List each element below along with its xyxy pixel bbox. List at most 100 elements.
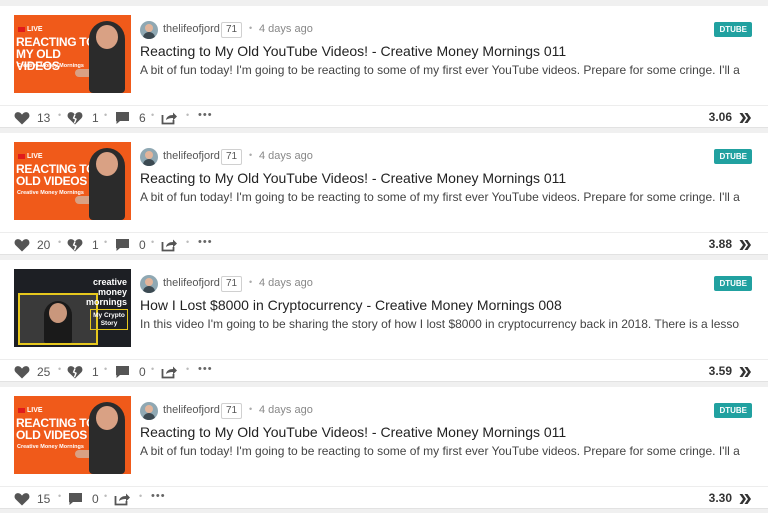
- post-card: creative money mornings My Crypto Story …: [0, 260, 768, 382]
- author-name[interactable]: thelifeofjord: [163, 277, 220, 289]
- share-icon[interactable]: [161, 111, 178, 125]
- share-icon[interactable]: [161, 238, 178, 252]
- share-icon[interactable]: [114, 492, 131, 506]
- action-separator: •: [186, 237, 190, 247]
- thumbnail-title: creative money mornings: [85, 277, 127, 307]
- downvote-icon[interactable]: [67, 365, 83, 379]
- tag-badge[interactable]: DTUBE: [714, 276, 752, 291]
- thumbnail-subtitle: Creative Money Mornings: [17, 63, 84, 69]
- action-separator: •: [186, 364, 190, 374]
- live-label: LIVE: [18, 407, 43, 414]
- post-body[interactable]: LIVE REACTING TO OLD VIDEOS Creative Mon…: [0, 387, 768, 484]
- upvote-icon[interactable]: [14, 238, 30, 252]
- action-separator: •: [186, 110, 190, 120]
- hive-icon: [739, 365, 752, 383]
- thumbnail-subtitle: My Crypto Story: [90, 309, 128, 330]
- post-age: 4 days ago: [259, 404, 313, 416]
- post-title[interactable]: How I Lost $8000 in Cryptocurrency - Cre…: [140, 297, 562, 313]
- author-name[interactable]: thelifeofjord: [163, 404, 220, 416]
- action-separator: •: [104, 364, 108, 374]
- hive-icon: [739, 111, 752, 129]
- post-description: In this video I'm going to be sharing th…: [140, 317, 740, 331]
- payout-value: 3.30: [708, 491, 732, 505]
- video-thumbnail[interactable]: creative money mornings My Crypto Story: [14, 269, 131, 347]
- comment-icon[interactable]: [115, 111, 130, 125]
- post-meta: thelifeofjord 71 • 4 days ago: [140, 148, 700, 166]
- meta-separator: •: [249, 404, 253, 414]
- comment-count: 0: [92, 492, 99, 506]
- post-meta: thelifeofjord 71 • 4 days ago: [140, 402, 700, 420]
- action-separator: •: [151, 364, 155, 374]
- avatar[interactable]: [140, 21, 158, 39]
- share-icon[interactable]: [161, 365, 178, 379]
- upvote-count: 13: [37, 111, 51, 125]
- upvote-icon[interactable]: [14, 365, 30, 379]
- post-description: A bit of fun today! I'm going to be reac…: [140, 190, 740, 204]
- post-age: 4 days ago: [259, 277, 313, 289]
- upvote-count: 15: [37, 492, 51, 506]
- video-thumbnail[interactable]: LIVE REACTING TO MY OLD VIDEOS Creative …: [14, 15, 131, 93]
- action-separator: •: [58, 491, 62, 501]
- thumbnail-person: [44, 301, 72, 343]
- comment-icon[interactable]: [115, 238, 130, 252]
- upvote-count: 20: [37, 238, 51, 252]
- more-options-icon[interactable]: •••: [198, 109, 213, 121]
- author-name[interactable]: thelifeofjord: [163, 23, 220, 35]
- video-thumbnail[interactable]: LIVE REACTING TO OLD VIDEOS Creative Mon…: [14, 396, 131, 474]
- comment-count: 0: [139, 365, 146, 379]
- comment-icon[interactable]: [68, 492, 83, 506]
- thumbnail-subtitle: Creative Money Mornings: [17, 444, 84, 450]
- action-separator: •: [139, 491, 143, 501]
- payout-value: 3.59: [708, 364, 732, 378]
- comment-icon[interactable]: [115, 365, 130, 379]
- downvote-icon[interactable]: [67, 238, 83, 252]
- post-description: A bit of fun today! I'm going to be reac…: [140, 444, 740, 458]
- post-body[interactable]: LIVE REACTING TO MY OLD VIDEOS Creative …: [0, 6, 768, 103]
- tag-badge[interactable]: DTUBE: [714, 22, 752, 37]
- upvote-icon[interactable]: [14, 111, 30, 125]
- payout-value: 3.88: [708, 237, 732, 251]
- post-meta: thelifeofjord 71 • 4 days ago: [140, 275, 700, 293]
- action-separator: •: [104, 491, 108, 501]
- comment-count: 6: [139, 111, 146, 125]
- post-actions: 25 • 1 • 0 • • ••• 3.59: [0, 359, 768, 382]
- action-separator: •: [58, 237, 62, 247]
- tag-badge[interactable]: DTUBE: [714, 149, 752, 164]
- post-actions: 15 • 0 • • ••• 3.30: [0, 486, 768, 509]
- action-separator: •: [104, 237, 108, 247]
- action-separator: •: [104, 110, 108, 120]
- action-separator: •: [151, 237, 155, 247]
- post-actions: 20 • 1 • 0 • • ••• 3.88: [0, 232, 768, 255]
- post-age: 4 days ago: [259, 150, 313, 162]
- upvote-icon[interactable]: [14, 492, 30, 506]
- tag-badge[interactable]: DTUBE: [714, 403, 752, 418]
- post-feed: LIVE REACTING TO MY OLD VIDEOS Creative …: [0, 0, 768, 513]
- author-name[interactable]: thelifeofjord: [163, 150, 220, 162]
- more-options-icon[interactable]: •••: [198, 236, 213, 248]
- downvote-icon[interactable]: [67, 111, 83, 125]
- thumbnail-person: [89, 148, 125, 220]
- post-title[interactable]: Reacting to My Old YouTube Videos! - Cre…: [140, 424, 566, 440]
- more-options-icon[interactable]: •••: [151, 490, 166, 502]
- live-label: LIVE: [18, 153, 43, 160]
- payout-value: 3.06: [708, 110, 732, 124]
- action-separator: •: [58, 110, 62, 120]
- post-age: 4 days ago: [259, 23, 313, 35]
- post-title[interactable]: Reacting to My Old YouTube Videos! - Cre…: [140, 43, 566, 59]
- post-title[interactable]: Reacting to My Old YouTube Videos! - Cre…: [140, 170, 566, 186]
- avatar[interactable]: [140, 402, 158, 420]
- action-separator: •: [151, 110, 155, 120]
- reputation-badge: 71: [221, 22, 243, 38]
- post-body[interactable]: LIVE REACTING TO OLD VIDEOS Creative Mon…: [0, 133, 768, 230]
- avatar[interactable]: [140, 275, 158, 293]
- action-separator: •: [58, 364, 62, 374]
- more-options-icon[interactable]: •••: [198, 363, 213, 375]
- video-thumbnail[interactable]: LIVE REACTING TO OLD VIDEOS Creative Mon…: [14, 142, 131, 220]
- reputation-badge: 71: [221, 149, 243, 165]
- avatar[interactable]: [140, 148, 158, 166]
- post-card: LIVE REACTING TO MY OLD VIDEOS Creative …: [0, 6, 768, 128]
- upvote-count: 25: [37, 365, 51, 379]
- thumbnail-subtitle: Creative Money Mornings: [17, 190, 84, 196]
- post-body[interactable]: creative money mornings My Crypto Story …: [0, 260, 768, 357]
- meta-separator: •: [249, 277, 253, 287]
